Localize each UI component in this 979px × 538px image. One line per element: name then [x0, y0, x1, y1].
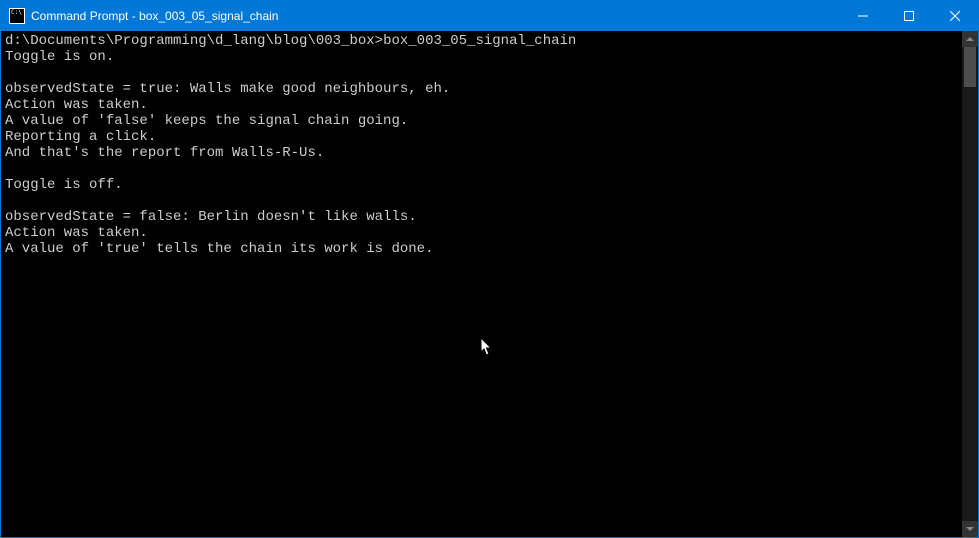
terminal-line: Toggle is off. [5, 177, 123, 193]
terminal-line: Reporting a click. [5, 129, 156, 145]
scrollbar-thumb[interactable] [964, 47, 976, 87]
terminal-output: d:\Documents\Programming\d_lang\blog\003… [1, 31, 962, 537]
cmd-icon [9, 8, 25, 24]
terminal-line: Toggle is on. [5, 49, 114, 65]
terminal-line: And that's the report from Walls-R-Us. [5, 145, 324, 161]
close-icon [950, 11, 960, 21]
terminal-line: Action was taken. [5, 225, 148, 241]
minimize-button[interactable] [840, 1, 886, 31]
vertical-scrollbar[interactable] [962, 31, 978, 537]
window-title: Command Prompt - box_003_05_signal_chain [31, 9, 840, 23]
terminal-line: observedState = true: Walls make good ne… [5, 81, 450, 97]
close-button[interactable] [932, 1, 978, 31]
terminal-line: Action was taken. [5, 97, 148, 113]
minimize-icon [858, 11, 868, 21]
maximize-button[interactable] [886, 1, 932, 31]
maximize-icon [904, 11, 914, 21]
chevron-down-icon [966, 525, 974, 533]
scrollbar-down-button[interactable] [962, 521, 978, 537]
terminal-line: A value of 'true' tells the chain its wo… [5, 241, 433, 257]
window-controls [840, 1, 978, 31]
window-titlebar[interactable]: Command Prompt - box_003_05_signal_chain [1, 1, 978, 31]
chevron-up-icon [966, 35, 974, 43]
terminal-line: A value of 'false' keeps the signal chai… [5, 113, 408, 129]
terminal-command: box_003_05_signal_chain [383, 33, 576, 49]
terminal-prompt: d:\Documents\Programming\d_lang\blog\003… [5, 33, 383, 49]
terminal-line: observedState = false: Berlin doesn't li… [5, 209, 417, 225]
terminal-area[interactable]: d:\Documents\Programming\d_lang\blog\003… [1, 31, 978, 537]
scrollbar-up-button[interactable] [962, 31, 978, 47]
